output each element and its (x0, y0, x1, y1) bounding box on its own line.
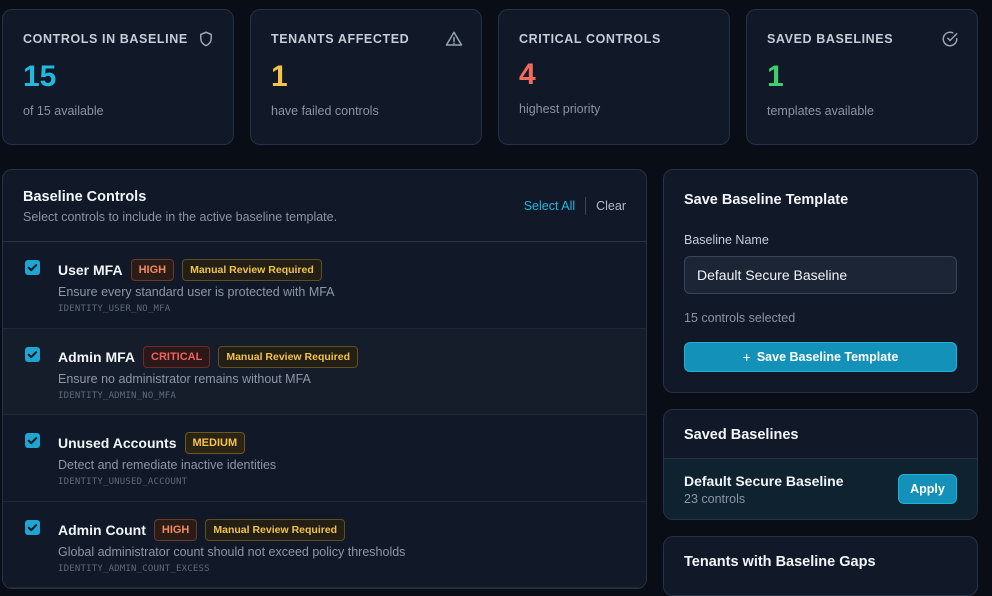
stat-value: 1 (767, 60, 784, 93)
saved-baselines-panel: Saved Baselines Default Secure Baseline … (663, 409, 978, 520)
panel-title: Save Baseline Template (684, 192, 849, 208)
baseline-name-input[interactable]: Default Secure Baseline (684, 256, 957, 294)
stat-label: TENANTS AFFECTED (271, 32, 410, 46)
stat-label: SAVED BASELINES (767, 32, 894, 46)
checkbox-checked-icon[interactable] (25, 433, 40, 448)
control-description: Global administrator count should not ex… (58, 544, 406, 559)
stat-card-saved: SAVED BASELINES 1 templates available (746, 9, 978, 145)
control-id: IDENTITY_USER_NO_MFA (58, 304, 171, 314)
header-actions: Select All Clear (524, 197, 626, 215)
control-name: Unused Accounts (58, 435, 177, 451)
control-name: User MFA (58, 262, 123, 278)
stat-label: CONTROLS IN BASELINE (23, 32, 188, 46)
apply-button[interactable]: Apply (898, 474, 957, 504)
warning-icon (445, 30, 463, 48)
stat-value: 4 (519, 58, 536, 91)
save-baseline-panel: Save Baseline Template Baseline Name Def… (663, 169, 978, 393)
stat-card-critical: CRITICAL CONTROLS 4 highest priority (498, 9, 730, 145)
control-name: Admin Count (58, 521, 146, 538)
panel-header: Baseline Controls Select controls to inc… (3, 170, 646, 242)
checkbox-checked-icon[interactable] (25, 260, 40, 275)
severity-badge: CRITICAL (143, 345, 211, 368)
baseline-controls-panel: Baseline Controls Select controls to inc… (2, 169, 647, 589)
tenants-gaps-panel: Tenants with Baseline Gaps (663, 536, 978, 596)
review-badge: Manual Review Required (205, 518, 346, 541)
select-all-button[interactable]: Select All (524, 199, 575, 213)
review-badge: Manual Review Required (182, 259, 322, 281)
control-description: Ensure every standard user is protected … (58, 285, 335, 299)
control-id: IDENTITY_ADMIN_NO_MFA (58, 390, 176, 401)
control-id: IDENTITY_UNUSED_ACCOUNT (58, 477, 188, 487)
checkbox-checked-icon[interactable] (25, 346, 40, 362)
severity-badge: MEDIUM (184, 432, 246, 454)
control-description: Detect and remediate inactive identities (58, 458, 277, 472)
control-title-line: Admin MFA CRITICAL Manual Review Require… (55, 345, 626, 369)
control-row-admin-count[interactable]: Admin Count HIGH Manual Review Required … (3, 502, 646, 588)
stats-row: CONTROLS IN BASELINE 15 of 15 available … (2, 9, 978, 145)
stat-sub: have failed controls (271, 104, 379, 118)
stat-card-controls: CONTROLS IN BASELINE 15 of 15 available (2, 9, 234, 145)
selected-count: 15 controls selected (684, 311, 796, 325)
stat-card-tenants: TENANTS AFFECTED 1 have failed controls (250, 9, 482, 145)
stat-value: 15 (23, 60, 57, 93)
severity-badge: HIGH (153, 518, 198, 541)
panel-title: Saved Baselines (664, 410, 977, 459)
severity-badge: HIGH (130, 259, 175, 281)
baseline-name-label: Baseline Name (684, 233, 769, 247)
control-row-admin-mfa[interactable]: Admin MFA CRITICAL Manual Review Require… (3, 328, 646, 415)
stat-value: 1 (271, 60, 288, 93)
control-title-line: User MFA HIGH Manual Review Required (55, 258, 626, 282)
divider (585, 197, 587, 215)
review-badge: Manual Review Required (218, 345, 359, 368)
control-row-user-mfa[interactable]: User MFA HIGH Manual Review Required Ens… (3, 242, 646, 329)
stat-sub: highest priority (519, 102, 601, 116)
control-description: Ensure no administrator remains without … (58, 371, 311, 386)
panel-title: Tenants with Baseline Gaps (684, 554, 876, 570)
control-title-line: Unused Accounts MEDIUM (55, 431, 626, 455)
checkbox-checked-icon[interactable] (25, 519, 40, 535)
clear-button[interactable]: Clear (596, 199, 626, 213)
stat-sub: of 15 available (23, 104, 104, 118)
control-title-line: Admin Count HIGH Manual Review Required (55, 518, 626, 542)
save-baseline-button[interactable]: + Save Baseline Template (684, 342, 957, 372)
shield-icon (197, 30, 215, 48)
button-label: Save Baseline Template (756, 350, 899, 364)
saved-baseline-item[interactable]: Default Secure Baseline 23 controls Appl… (664, 459, 977, 519)
plus-icon: + (742, 349, 751, 365)
control-id: IDENTITY_ADMIN_COUNT_EXCESS (58, 563, 210, 574)
control-name: Admin MFA (58, 348, 135, 365)
control-row-unused-accounts[interactable]: Unused Accounts MEDIUM Detect and remedi… (3, 415, 646, 502)
stat-sub: templates available (767, 104, 875, 118)
check-circle-icon (941, 30, 959, 48)
stat-label: CRITICAL CONTROLS (519, 32, 661, 46)
